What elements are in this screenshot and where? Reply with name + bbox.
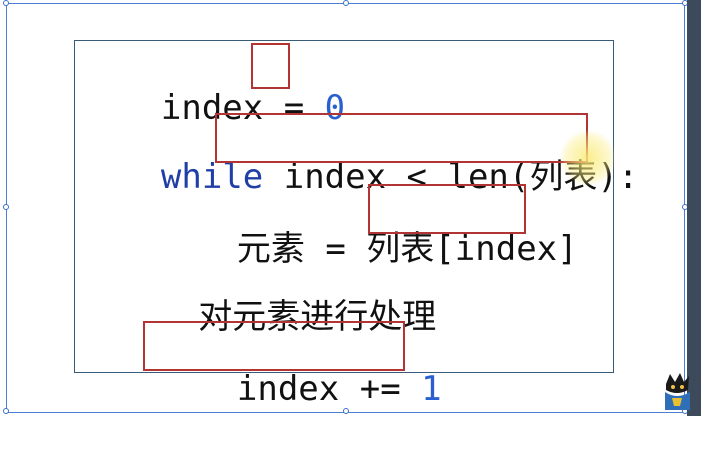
highlight-box-index-access bbox=[368, 184, 526, 234]
increment-operator: += bbox=[339, 369, 422, 409]
highlight-box-loop-condition bbox=[215, 113, 588, 163]
code-block[interactable]: index = 0 while index < len(列表): 元素 = 列表… bbox=[74, 40, 638, 409]
highlight-box-increment bbox=[143, 321, 405, 371]
mascot-avatar-icon bbox=[665, 373, 690, 410]
increment-value: 1 bbox=[421, 369, 442, 409]
cursor-highlight bbox=[560, 130, 616, 186]
highlight-box-initial-value bbox=[251, 43, 290, 89]
selection-handle-top-middle[interactable] bbox=[343, 0, 349, 6]
window-edge bbox=[687, 0, 701, 416]
index-access: [index] bbox=[434, 229, 578, 269]
variable-index-increment: index bbox=[236, 369, 340, 409]
colon: : bbox=[617, 157, 639, 197]
selection-handle-top-left[interactable] bbox=[3, 0, 9, 6]
selection-handle-middle-left[interactable] bbox=[3, 204, 9, 210]
selection-handle-bottom-left[interactable] bbox=[3, 408, 9, 414]
